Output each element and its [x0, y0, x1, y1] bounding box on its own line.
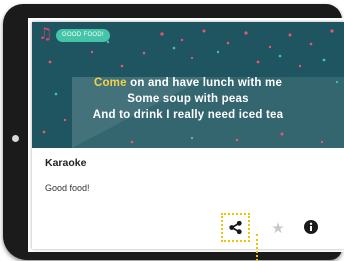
star-icon: ★	[271, 218, 285, 237]
card-banner-image: ♫ GOOD FOOD! Come on and have lunch with…	[32, 22, 344, 148]
tablet-device-frame: ♫ GOOD FOOD! Come on and have lunch with…	[3, 4, 344, 260]
category-tag: GOOD FOOD!	[56, 29, 110, 42]
card-title: Karaoke	[45, 157, 87, 169]
karaoke-card[interactable]: ♫ GOOD FOOD! Come on and have lunch with…	[32, 22, 344, 249]
tablet-screen: ♫ GOOD FOOD! Come on and have lunch with…	[28, 18, 344, 252]
info-icon	[304, 220, 318, 234]
favorite-button[interactable]: ★	[269, 219, 287, 237]
lyrics-line-3: And to drink I really need iced tea	[92, 109, 284, 121]
camera-dot	[12, 135, 19, 142]
music-note-icon: ♫	[38, 24, 53, 43]
lyrics-line-1-rest: on and have lunch with me	[126, 77, 283, 89]
share-button[interactable]	[221, 213, 250, 242]
lyrics-line-2: Some soup with peas	[127, 93, 249, 105]
card-description: Good food!	[45, 183, 90, 193]
info-button[interactable]	[304, 220, 318, 234]
lyrics-line-1: Come on and have lunch with me	[32, 75, 344, 91]
focus-pointer-line	[256, 234, 258, 261]
lyrics-text: Come on and have lunch with me Some soup…	[32, 75, 344, 123]
lyrics-highlight: Come	[93, 77, 127, 89]
share-icon	[229, 220, 242, 235]
